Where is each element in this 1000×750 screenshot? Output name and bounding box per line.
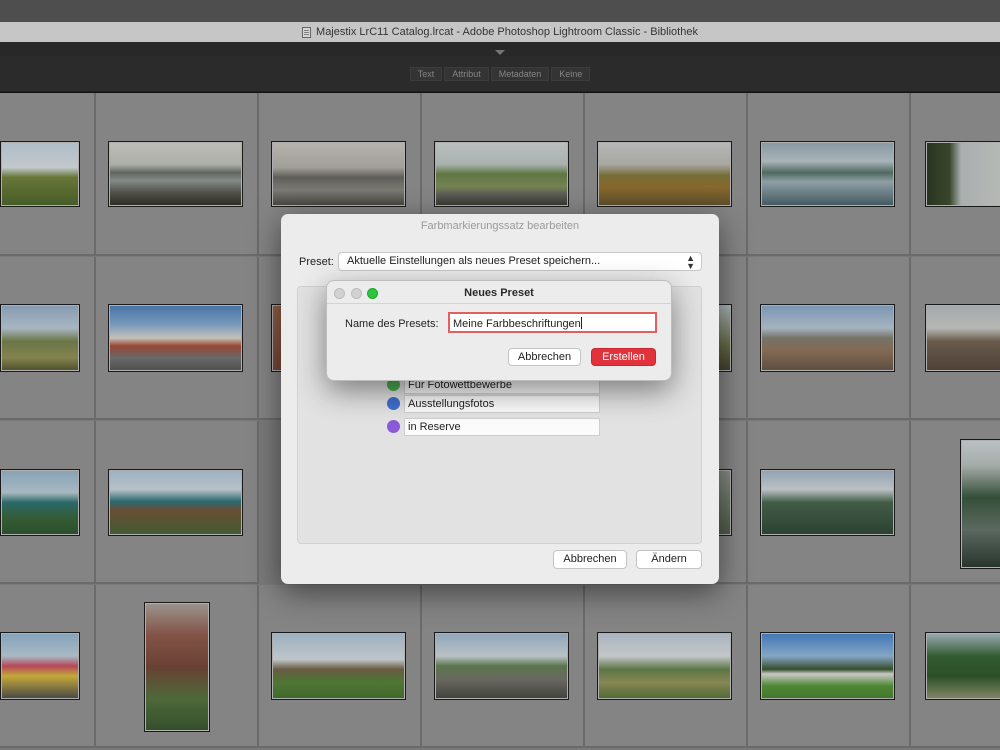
preset-name-value: Meine Farbbeschriftungen	[453, 318, 581, 330]
preset-name-label: Name des Presets:	[345, 318, 439, 330]
lightroom-window: Majestix LrC11 Catalog.lrcat - Adobe Pho…	[0, 0, 1000, 750]
color-label-row-blue: Ausstellungsfotos	[387, 395, 600, 413]
select-chevrons-icon: ▲ ▼	[686, 253, 695, 271]
create-button[interactable]: Erstellen	[591, 348, 656, 366]
dialog-title: Farbmarkierungssatz bearbeiten	[420, 220, 580, 232]
preset-label: Preset:	[299, 256, 334, 268]
purple-color-dot-icon	[387, 420, 400, 433]
dialog-title: Neues Preset	[464, 287, 534, 299]
label-field-purple[interactable]: in Reserve	[404, 418, 600, 436]
sheet-cancel-button[interactable]: Abbrechen	[553, 550, 627, 569]
color-label-row-purple: in Reserve	[387, 418, 600, 436]
divider	[327, 303, 671, 304]
new-preset-dialog: Neues Preset Name des Presets: Meine Far…	[326, 280, 672, 381]
text-caret	[580, 317, 582, 329]
preset-name-input[interactable]: Meine Farbbeschriftungen	[448, 312, 657, 333]
cancel-button[interactable]: Abbrechen	[508, 348, 581, 366]
label-field-blue[interactable]: Ausstellungsfotos	[404, 395, 600, 413]
edit-color-label-set-dialog: Farbmarkierungssatz bearbeiten Preset: A…	[281, 214, 719, 584]
blue-color-dot-icon	[387, 397, 400, 410]
preset-select[interactable]: Aktuelle Einstellungen als neues Preset …	[338, 252, 702, 271]
sheet-change-button[interactable]: Ändern	[636, 550, 702, 569]
preset-select-value: Aktuelle Einstellungen als neues Preset …	[347, 255, 601, 267]
